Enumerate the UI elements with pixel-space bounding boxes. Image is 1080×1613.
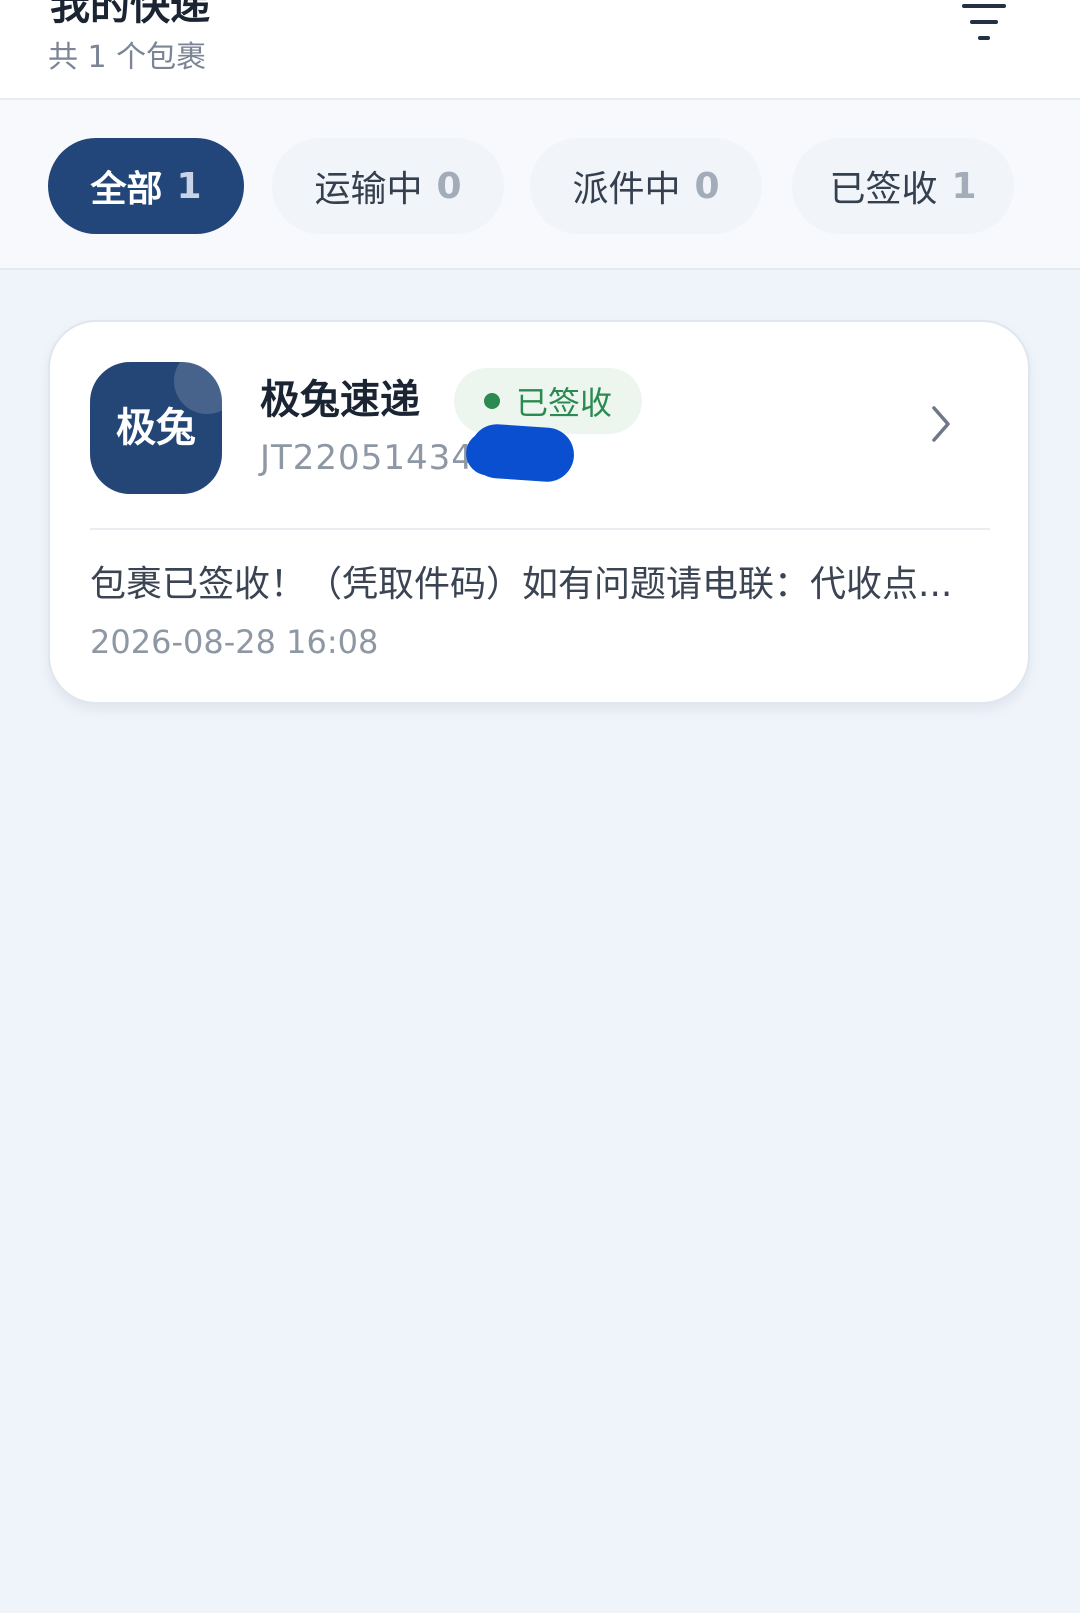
courier-logo-text: 极兔 xyxy=(116,405,196,451)
tab-count: 1 xyxy=(176,165,202,207)
header: 我的快递 共 1 个包裹 xyxy=(0,0,1080,100)
latest-tracking-message: 包裹已签收！（凭取件码）如有问题请电联：代收点... xyxy=(90,564,953,605)
tracking-timestamp: 2026-08-28 16:08 xyxy=(90,623,379,661)
tab-signed[interactable]: 已签收 1 xyxy=(792,138,1014,234)
status-dot-icon xyxy=(484,393,500,409)
status-text: 已签收 xyxy=(516,384,613,422)
redaction-mark xyxy=(468,422,576,484)
tab-count: 1 xyxy=(951,165,977,207)
package-count: 共 1 个包裹 xyxy=(48,40,207,75)
filter-icon xyxy=(962,4,1006,40)
filter-button[interactable] xyxy=(960,0,1016,50)
tab-out-for-delivery[interactable]: 派件中 0 xyxy=(530,138,762,234)
package-card[interactable]: 极兔 极兔速递 已签收 JT22051434 包裹已签收！（凭取件码）如有问题请… xyxy=(48,320,1030,704)
status-badge: 已签收 xyxy=(454,368,642,434)
courier-logo: 极兔 xyxy=(90,362,222,494)
tab-label: 全部 xyxy=(90,169,163,210)
tab-count: 0 xyxy=(436,165,462,207)
tab-count: 0 xyxy=(694,165,720,207)
tracking-number: JT22051434 xyxy=(260,438,474,478)
courier-name: 极兔速递 xyxy=(260,377,420,423)
divider xyxy=(90,528,990,530)
tab-all[interactable]: 全部 1 xyxy=(48,138,244,234)
tab-label: 运输中 xyxy=(314,169,423,210)
status-tabs: 全部 1 运输中 0 派件中 0 已签收 1 xyxy=(0,100,1080,270)
tab-in-transit[interactable]: 运输中 0 xyxy=(272,138,504,234)
tab-label: 已签收 xyxy=(829,169,938,210)
page-title: 我的快递 xyxy=(50,0,210,29)
chevron-right-icon xyxy=(932,406,950,442)
tab-label: 派件中 xyxy=(572,169,681,210)
